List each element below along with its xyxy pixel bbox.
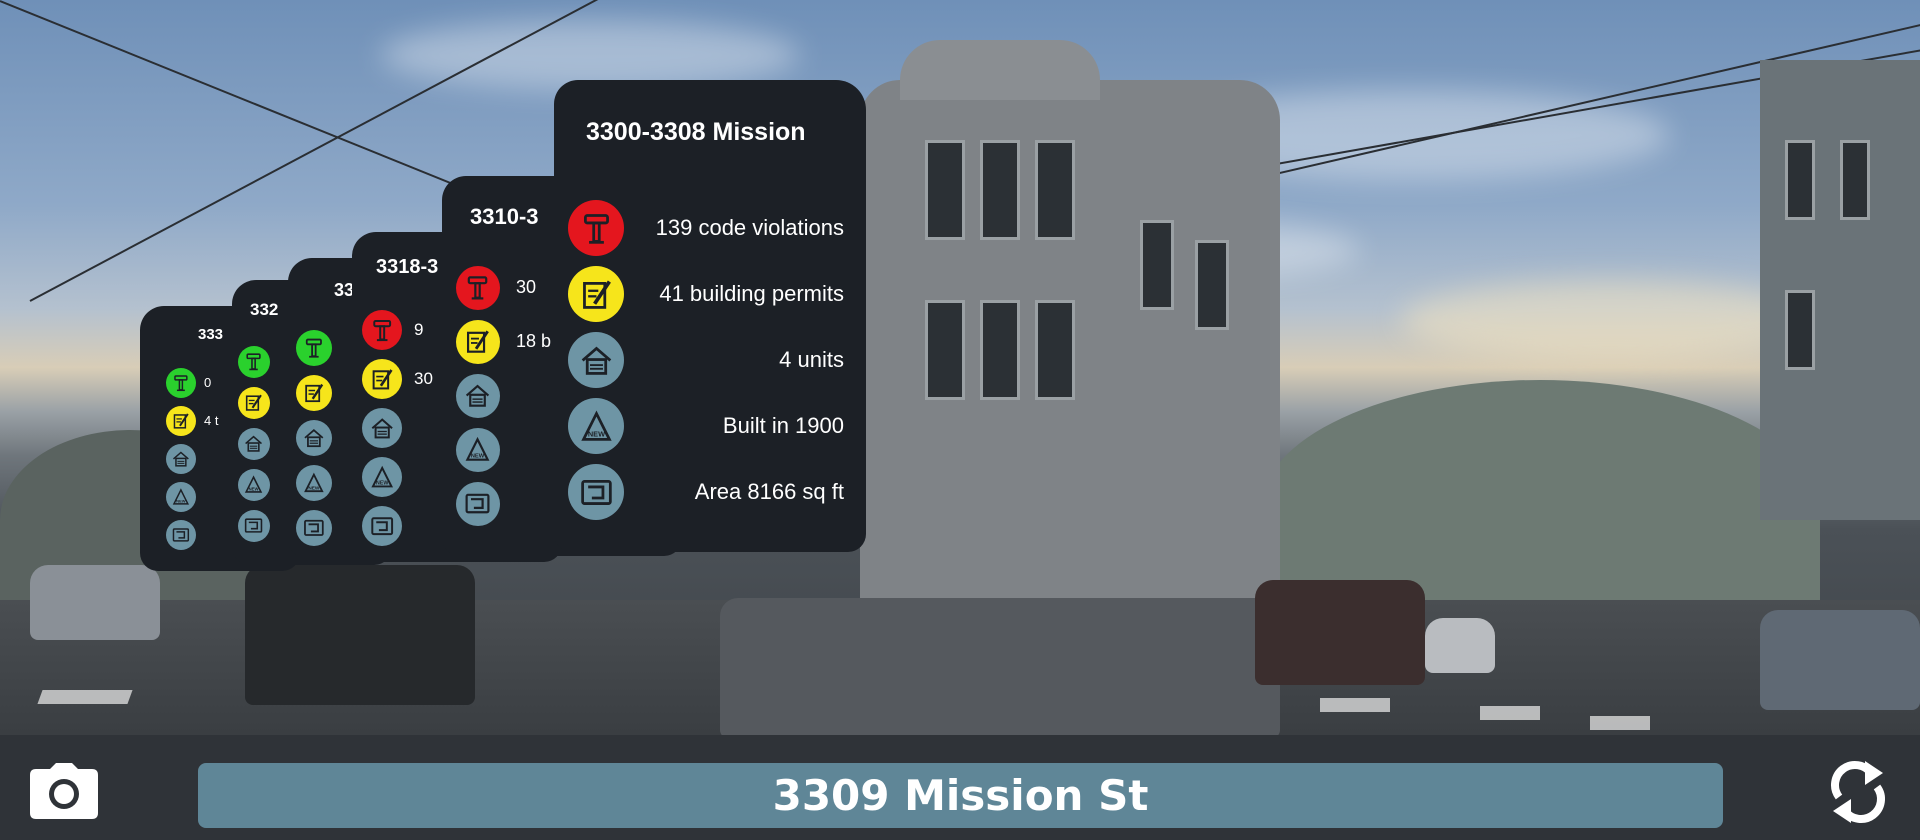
- crosswalk-stripe: [1590, 716, 1650, 730]
- new-house-icon: NEW: [568, 398, 624, 454]
- victorian-building: [1760, 60, 1920, 520]
- car: [720, 598, 1280, 735]
- building-window: [925, 140, 965, 240]
- permit-document-icon: [296, 375, 332, 411]
- cloud: [1400, 280, 1820, 360]
- car: [1760, 610, 1920, 710]
- crosswalk-stripe: [37, 690, 133, 704]
- permit-document-icon: [456, 320, 500, 364]
- new-house-icon: NEW: [362, 457, 402, 497]
- svg-text:NEW: NEW: [471, 454, 485, 460]
- new-house-icon: NEW: [238, 469, 270, 501]
- building-window: [980, 300, 1020, 400]
- permit-document-icon: [238, 387, 270, 419]
- building-window: [1140, 220, 1174, 310]
- svg-text:NEW: NEW: [376, 480, 388, 486]
- house-icon: [296, 420, 332, 456]
- card-row-text: 4 units: [779, 346, 844, 372]
- card-row-text: Built in 1900: [722, 412, 844, 438]
- floor-plan-icon: [568, 464, 624, 520]
- crosswalk-stripe: [1320, 698, 1390, 712]
- svg-text:NEW: NEW: [587, 429, 604, 438]
- car: [245, 565, 475, 705]
- card-title: 333: [198, 326, 224, 343]
- new-house-icon: NEW: [456, 428, 500, 472]
- new-house-icon: NEW: [166, 482, 196, 512]
- gavel-icon: [238, 346, 270, 378]
- gavel-icon: [456, 266, 500, 310]
- floor-plan-icon: [456, 482, 500, 526]
- building-window: [1035, 140, 1075, 240]
- svg-text:NEW: NEW: [249, 487, 259, 492]
- card-row-text: 41 building permits: [659, 280, 844, 306]
- house-icon: [568, 332, 624, 388]
- house-icon: [166, 444, 196, 474]
- gavel-icon: [166, 368, 196, 398]
- svg-text:NEW: NEW: [176, 498, 185, 503]
- building-window: [980, 140, 1020, 240]
- svg-text:NEW: NEW: [308, 486, 320, 492]
- camera-button[interactable]: [30, 763, 98, 819]
- building-window: [1785, 290, 1815, 370]
- building-window: [1785, 140, 1815, 220]
- building-window: [1035, 300, 1075, 400]
- card-row-text: Area 8166 sq ft: [694, 478, 844, 504]
- permit-document-icon: [362, 359, 402, 399]
- gavel-icon: [568, 200, 624, 256]
- card-row-text: 139 code violations: [655, 214, 844, 240]
- card-title: 3310-3: [470, 204, 539, 229]
- floor-plan-icon: [362, 506, 402, 546]
- card-row-text: 0: [204, 375, 212, 391]
- car: [1425, 618, 1495, 673]
- gavel-icon: [296, 330, 332, 366]
- building-turret: [900, 40, 1100, 100]
- card-row-text: 9: [414, 319, 424, 339]
- house-icon: [238, 428, 270, 460]
- building-window: [1840, 140, 1870, 220]
- building-window: [1195, 240, 1229, 330]
- address-bar[interactable]: 3309 Mission St: [198, 763, 1723, 828]
- building-window: [925, 300, 965, 400]
- card-row-text: 4 t: [204, 413, 219, 429]
- bottom-toolbar: 3309 Mission St: [0, 735, 1920, 840]
- card-row-text: 30: [516, 277, 537, 298]
- crosswalk-stripe: [1480, 706, 1540, 720]
- card-row-text: 18 b: [516, 331, 552, 352]
- refresh-button[interactable]: [1825, 757, 1891, 827]
- floor-plan-icon: [166, 520, 196, 550]
- gavel-icon: [362, 310, 402, 350]
- floor-plan-icon: [238, 510, 270, 542]
- new-house-icon: NEW: [296, 465, 332, 501]
- permit-document-icon: [568, 266, 624, 322]
- camera-icon: [30, 763, 98, 819]
- house-icon: [456, 374, 500, 418]
- car: [30, 565, 160, 640]
- card-row-text: 30: [414, 368, 433, 388]
- house-icon: [362, 408, 402, 448]
- address-label: 3309 Mission St: [772, 771, 1149, 820]
- card-title: 3300-3308 Mission: [586, 118, 806, 146]
- floor-plan-icon: [296, 510, 332, 546]
- property-card[interactable]: 3300-3308 Mission 139 code violations 41 b…: [554, 80, 866, 552]
- card-title: 332: [250, 300, 279, 319]
- refresh-icon: [1831, 761, 1885, 823]
- car: [1255, 580, 1425, 685]
- permit-document-icon: [166, 406, 196, 436]
- card-title: 3318-3: [376, 256, 439, 278]
